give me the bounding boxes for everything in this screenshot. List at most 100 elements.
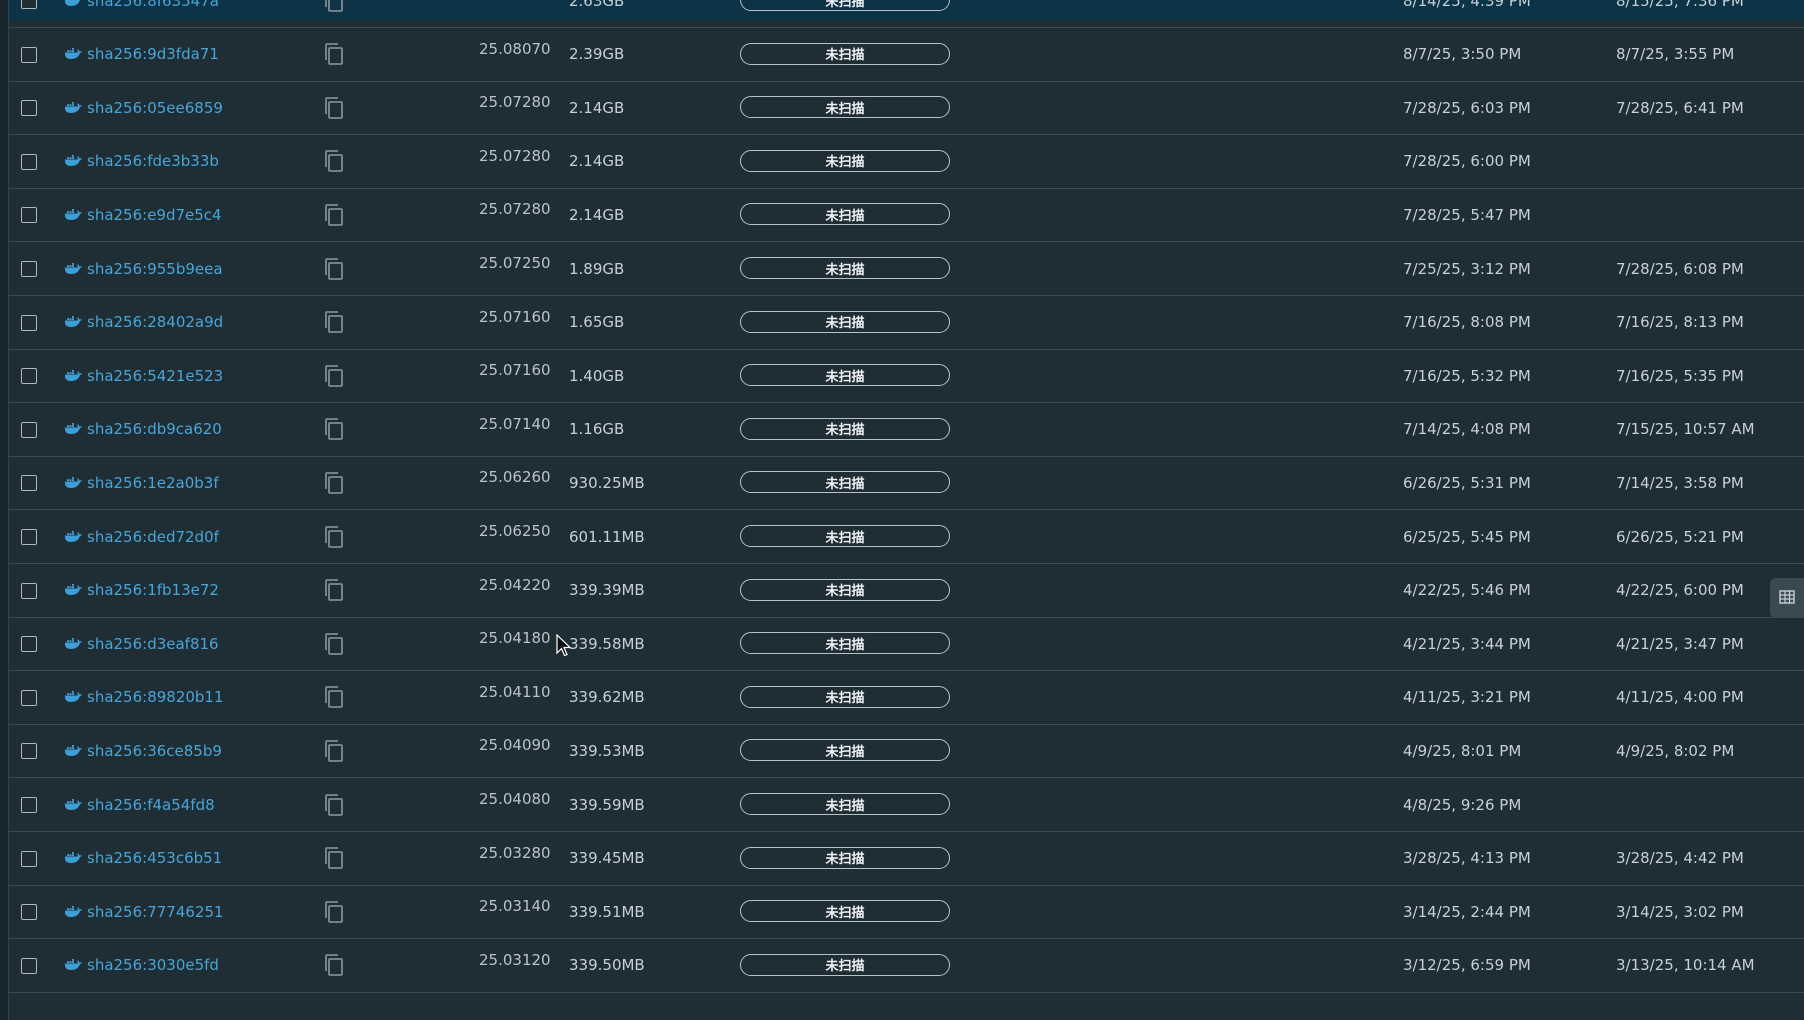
copy-icon[interactable]	[323, 778, 347, 831]
vulnerability-scan-badge[interactable]: 未扫描	[740, 739, 950, 762]
row-checkbox[interactable]	[21, 314, 37, 331]
vulnerability-scan-badge[interactable]: 未扫描	[740, 578, 950, 601]
table-row[interactable]: sha256:1fb13e72 25.04220 339.39MB 未扫描 4/22/2…	[9, 564, 1804, 618]
copy-icon[interactable]	[323, 242, 347, 295]
row-checkbox[interactable]	[21, 0, 37, 9]
copy-icon[interactable]	[323, 724, 347, 777]
row-checkbox[interactable]	[21, 904, 37, 921]
copy-icon[interactable]	[323, 349, 347, 402]
row-checkbox[interactable]	[21, 207, 37, 224]
copy-icon[interactable]	[323, 617, 347, 670]
vulnerability-scan-badge[interactable]: 未扫描	[740, 149, 950, 172]
row-checkbox[interactable]	[21, 743, 37, 760]
copy-icon[interactable]	[323, 832, 347, 885]
vulnerability-scan-badge[interactable]: 未扫描	[740, 203, 950, 226]
copy-icon[interactable]	[323, 885, 347, 938]
vulnerability-scan-badge[interactable]: 未扫描	[740, 685, 950, 708]
table-row[interactable]: sha256:f4a54fd8 25.04080 339.59MB 未扫描 4/8/25…	[9, 778, 1804, 832]
artifact-digest-link[interactable]: sha256:36ce85b9	[87, 724, 222, 777]
row-checkbox[interactable]	[21, 100, 37, 117]
row-checkbox[interactable]	[21, 689, 37, 706]
vulnerability-scan-badge[interactable]: 未扫描	[740, 846, 950, 869]
table-row[interactable]: sha256:e9d7e5c4 25.07280 2.14GB 未扫描 7/28/25,…	[9, 188, 1804, 243]
row-checkbox[interactable]	[21, 261, 37, 277]
vulnerability-scan-badge[interactable]: 未扫描	[740, 257, 950, 279]
artifact-digest-link[interactable]: sha256:f4a54fd8	[87, 778, 215, 831]
copy-icon[interactable]	[323, 296, 347, 349]
copy-icon[interactable]	[323, 188, 347, 241]
artifact-digest-link[interactable]: sha256:1e2a0b3f	[87, 456, 219, 509]
table-row[interactable]: sha256:fde3b33b 25.07280 2.14GB 未扫描 7/28/25,…	[9, 135, 1804, 189]
row-checkbox[interactable]	[21, 957, 37, 974]
table-row[interactable]: sha256:1e2a0b3f 25.06260 930.25MB 未扫描 6/26/2…	[9, 456, 1804, 511]
column-toggle-button[interactable]	[1770, 578, 1804, 618]
copy-icon[interactable]	[323, 28, 347, 81]
row-checkbox[interactable]	[21, 368, 37, 385]
artifact-digest-link[interactable]: sha256:28402a9d	[87, 296, 223, 349]
row-checkbox[interactable]	[21, 850, 37, 867]
copy-icon[interactable]	[323, 0, 347, 27]
pull-time: 3/13/25, 10:14 AM	[1616, 956, 1755, 975]
table-row[interactable]: sha256:ded72d0f 25.06250 601.11MB 未扫描 6/25/2…	[9, 510, 1804, 564]
vulnerability-scan-badge[interactable]: 未扫描	[740, 364, 950, 387]
artifact-digest-link[interactable]: sha256:955b9eea	[87, 242, 223, 295]
row-checkbox[interactable]	[21, 582, 37, 599]
vulnerability-scan-badge[interactable]: 未扫描	[740, 417, 950, 440]
table-row[interactable]: sha256:05ee6859 25.07280 2.14GB 未扫描 7/28/25,…	[9, 81, 1804, 136]
vulnerability-scan-badge[interactable]: 未扫描	[740, 953, 950, 976]
table-row[interactable]: sha256:955b9eea 25.07250 1.89GB 未扫描 7/25/25,…	[9, 242, 1804, 296]
artifact-digest-link[interactable]: sha256:5421e523	[87, 349, 223, 402]
copy-icon[interactable]	[323, 135, 347, 188]
row-checkbox[interactable]	[21, 475, 37, 492]
vulnerability-scan-badge[interactable]: 未扫描	[740, 900, 950, 923]
artifact-digest-link[interactable]: sha256:05ee6859	[87, 81, 223, 134]
docker-icon	[64, 349, 86, 402]
table-row[interactable]: sha256:453c6b51 25.03280 339.45MB 未扫描 3/28/2…	[9, 832, 1804, 886]
row-checkbox[interactable]	[21, 46, 37, 63]
row-checkbox[interactable]	[21, 529, 37, 545]
copy-icon[interactable]	[323, 510, 347, 563]
artifact-digest-link[interactable]: sha256:e9d7e5c4	[87, 188, 222, 241]
vulnerability-scan-badge[interactable]: 未扫描	[740, 525, 950, 547]
table-row[interactable]: sha256:89820b11 25.04110 339.62MB 未扫描 4/11/2…	[9, 671, 1804, 725]
table-row[interactable]: sha256:5421e523 25.07160 1.40GB 未扫描 7/16/25,…	[9, 349, 1804, 404]
artifact-digest-link[interactable]: sha256:d3eaf816	[87, 617, 219, 670]
artifact-digest-link[interactable]: sha256:77746251	[87, 885, 224, 938]
artifact-tag: 25.07160	[479, 361, 551, 380]
artifact-digest-link[interactable]: sha256:db9ca620	[87, 403, 222, 456]
row-checkbox[interactable]	[21, 421, 37, 438]
vulnerability-scan-badge[interactable]: 未扫描	[740, 310, 950, 333]
vulnerability-scan-badge[interactable]: 未扫描	[740, 793, 950, 815]
artifact-digest-link[interactable]: sha256:9d3fda71	[87, 28, 219, 81]
copy-icon[interactable]	[323, 456, 347, 509]
artifact-digest-link[interactable]: sha256:1fb13e72	[87, 564, 219, 617]
table-row[interactable]: sha256:d3eaf816 25.04180 339.58MB 未扫描 4/21/2…	[9, 617, 1804, 672]
table-row[interactable]: sha256:3030e5fd 25.03120 339.50MB 未扫描 3/12/2…	[9, 939, 1804, 993]
copy-icon[interactable]	[323, 939, 347, 992]
copy-icon[interactable]	[323, 671, 347, 724]
vulnerability-scan-badge[interactable]: 未扫描	[740, 96, 950, 119]
artifact-digest-link[interactable]: sha256:453c6b51	[87, 832, 222, 885]
copy-icon[interactable]	[323, 403, 347, 456]
vulnerability-scan-badge[interactable]: 未扫描	[740, 632, 950, 655]
row-checkbox[interactable]	[21, 797, 37, 813]
artifact-digest-link[interactable]: sha256:fde3b33b	[87, 135, 219, 188]
table-row[interactable]: sha256:8f63547a 25.08148 2.63GB 未扫描 8/14/25,…	[9, 0, 1804, 28]
table-row[interactable]: sha256:9d3fda71 25.08070 2.39GB 未扫描 8/7/25, …	[9, 28, 1804, 82]
table-row[interactable]: sha256:36ce85b9 25.04090 339.53MB 未扫描 4/9/25…	[9, 724, 1804, 779]
table-row[interactable]: sha256:28402a9d 25.07160 1.65GB 未扫描 7/16/25,…	[9, 296, 1804, 350]
artifact-digest-link[interactable]: sha256:8f63547a	[87, 0, 219, 27]
row-checkbox[interactable]	[21, 153, 37, 170]
vulnerability-scan-badge[interactable]: 未扫描	[740, 471, 950, 494]
artifact-digest-link[interactable]: sha256:3030e5fd	[87, 939, 219, 992]
copy-icon[interactable]	[323, 81, 347, 134]
push-time: 4/8/25, 9:26 PM	[1403, 795, 1522, 814]
row-checkbox[interactable]	[21, 636, 37, 653]
vulnerability-scan-badge[interactable]: 未扫描	[740, 42, 950, 65]
vulnerability-scan-badge[interactable]: 未扫描	[740, 0, 950, 11]
artifact-digest-link[interactable]: sha256:89820b11	[87, 671, 224, 724]
artifact-digest-link[interactable]: sha256:ded72d0f	[87, 510, 219, 563]
copy-icon[interactable]	[323, 564, 347, 617]
table-row[interactable]: sha256:db9ca620 25.07140 1.16GB 未扫描 7/14/25,…	[9, 403, 1804, 457]
table-row[interactable]: sha256:77746251 25.03140 339.51MB 未扫描 3/14/2…	[9, 885, 1804, 940]
